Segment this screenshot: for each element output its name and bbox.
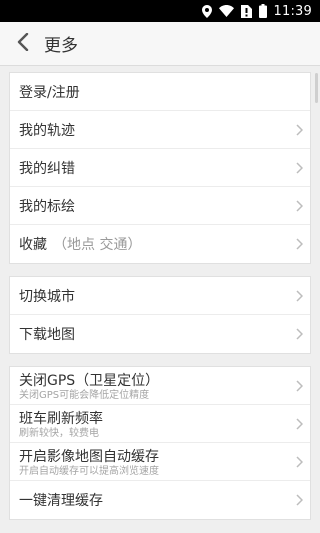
back-button[interactable]	[4, 22, 42, 66]
status-bar: 11:39	[0, 0, 320, 22]
chevron-right-icon	[294, 417, 304, 431]
map-section: 切换城市 下载地图	[9, 276, 311, 354]
switch-city-item[interactable]: 切换城市	[10, 277, 310, 315]
item-label: 下载地图	[19, 327, 75, 343]
my-tracks-item[interactable]: 我的轨迹	[10, 111, 310, 149]
settings-section: 关闭GPS（卫星定位） 关闭GPS可能会降低定位精度 班车刷新频率 刷新较快，较…	[9, 366, 311, 520]
chevron-right-icon	[294, 327, 304, 341]
item-label: 我的轨迹	[19, 122, 75, 139]
download-map-item[interactable]: 下载地图	[10, 315, 310, 353]
bus-refresh-rate-item[interactable]: 班车刷新频率 刷新较快，较费电	[10, 405, 310, 443]
item-description: 刷新较快，较费电	[19, 427, 99, 439]
chevron-right-icon	[294, 161, 304, 175]
chevron-right-icon	[294, 199, 304, 213]
item-description: 关闭GPS可能会降低定位精度	[19, 389, 150, 401]
item-hint: （地点 交通）	[53, 237, 142, 253]
chevron-right-icon	[294, 493, 304, 507]
chevron-left-icon	[17, 32, 29, 55]
my-plots-item[interactable]: 我的标绘	[10, 187, 310, 225]
image-map-cache-item[interactable]: 开启影像地图自动缓存 开启自动缓存可以提高浏览速度	[10, 443, 310, 481]
favorites-item[interactable]: 收藏 （地点 交通）	[10, 225, 310, 263]
battery-icon	[258, 4, 267, 18]
item-label: 关闭GPS（卫星定位）	[19, 372, 160, 389]
item-label: 开启影像地图自动缓存	[19, 448, 159, 465]
account-section: 登录/注册 我的轨迹 我的纠错 我的标绘 收藏 （地点 交通）	[9, 72, 311, 264]
item-description: 开启自动缓存可以提高浏览速度	[19, 465, 159, 477]
sim-no-signal-icon	[240, 4, 252, 18]
item-label: 班车刷新频率	[19, 410, 103, 427]
chevron-right-icon	[294, 123, 304, 137]
item-label: 我的纠错	[19, 160, 75, 177]
chevron-right-icon	[294, 379, 304, 393]
item-label: 我的标绘	[19, 198, 75, 215]
chevron-right-icon	[294, 289, 304, 303]
item-label: 切换城市	[19, 288, 75, 305]
scrollbar[interactable]	[315, 73, 318, 103]
clear-cache-item[interactable]: 一键清理缓存	[10, 481, 310, 519]
item-label: 收藏	[19, 237, 47, 253]
item-label: 一键清理缓存	[19, 493, 103, 509]
login-register-item[interactable]: 登录/注册	[10, 73, 310, 111]
chevron-right-icon	[294, 455, 304, 469]
page-title: 更多	[44, 36, 78, 56]
top-nav-bar: 更多	[0, 22, 320, 66]
location-icon	[201, 4, 212, 18]
status-time: 11:39	[273, 3, 312, 19]
item-label: 登录/注册	[19, 84, 80, 101]
close-gps-item[interactable]: 关闭GPS（卫星定位） 关闭GPS可能会降低定位精度	[10, 367, 310, 405]
wifi-icon	[218, 5, 234, 17]
my-corrections-item[interactable]: 我的纠错	[10, 149, 310, 187]
chevron-right-icon	[294, 237, 304, 251]
